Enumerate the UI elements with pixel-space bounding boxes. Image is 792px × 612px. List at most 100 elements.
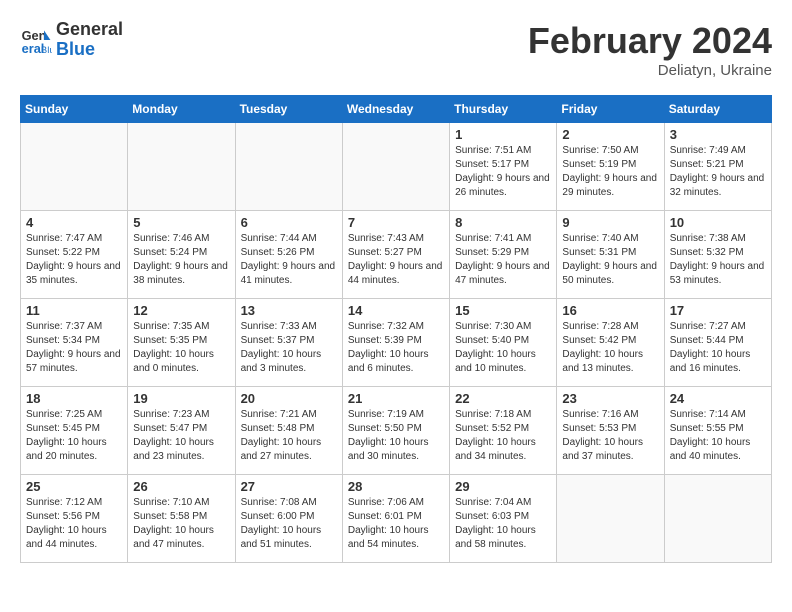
calendar-cell: 28 Sunrise: 7:06 AMSunset: 6:01 PMDayligh… (342, 475, 449, 563)
calendar-cell: 22 Sunrise: 7:18 AMSunset: 5:52 PMDayligh… (450, 387, 557, 475)
day-number: 15 (455, 303, 551, 318)
logo: Gen eral Blue General Blue (20, 20, 123, 60)
day-info: Sunrise: 7:50 AMSunset: 5:19 PMDaylight:… (562, 144, 658, 200)
day-info: Sunrise: 7:40 AMSunset: 5:31 PMDaylight:… (562, 232, 658, 288)
day-number: 24 (670, 391, 766, 406)
calendar-cell: 17 Sunrise: 7:27 AMSunset: 5:44 PMDayligh… (664, 299, 771, 387)
weekday-header-friday: Friday (557, 96, 664, 123)
calendar-cell: 10 Sunrise: 7:38 AMSunset: 5:32 PMDayligh… (664, 211, 771, 299)
day-number: 14 (348, 303, 444, 318)
calendar-cell (235, 123, 342, 211)
day-number: 25 (26, 479, 122, 494)
calendar-cell: 8Sunrise: 7:41 AMSunset: 5:29 PMDaylight… (450, 211, 557, 299)
calendar-cell: 5 Sunrise: 7:46 AMSunset: 5:24 PMDaylight… (128, 211, 235, 299)
calendar-cell: 14 Sunrise: 7:32 AMSunset: 5:39 PMDayligh… (342, 299, 449, 387)
calendar-cell (664, 475, 771, 563)
title-block: February 2024 Deliatyn, Ukraine (528, 20, 772, 79)
calendar-cell: 20 Sunrise: 7:21 AMSunset: 5:48 PMDayligh… (235, 387, 342, 475)
day-number: 7 (348, 215, 444, 230)
day-number: 16 (562, 303, 658, 318)
day-number: 19 (133, 391, 229, 406)
day-number: 22 (455, 391, 551, 406)
week-row-1: 1 Sunrise: 7:51 AMSunset: 5:17 PMDaylight… (21, 123, 772, 211)
day-info: Sunrise: 7:21 AMSunset: 5:48 PMDaylight:… (241, 408, 337, 464)
calendar-cell: 4 Sunrise: 7:47 AMSunset: 5:22 PMDaylight… (21, 211, 128, 299)
month-title: February 2024 (528, 20, 772, 62)
calendar-cell: 9Sunrise: 7:40 AMSunset: 5:31 PMDaylight… (557, 211, 664, 299)
page-header: Gen eral Blue General Blue February 2024… (20, 20, 772, 79)
calendar-cell: 3Sunrise: 7:49 AMSunset: 5:21 PMDaylight… (664, 123, 771, 211)
calendar-cell: 2 Sunrise: 7:50 AMSunset: 5:19 PMDaylight… (557, 123, 664, 211)
calendar-cell (557, 475, 664, 563)
day-number: 18 (26, 391, 122, 406)
day-number: 1 (455, 127, 551, 142)
weekday-header-monday: Monday (128, 96, 235, 123)
day-number: 23 (562, 391, 658, 406)
day-info: Sunrise: 7:30 AMSunset: 5:40 PMDaylight:… (455, 320, 551, 376)
calendar-cell: 19Sunrise: 7:23 AMSunset: 5:47 PMDayligh… (128, 387, 235, 475)
day-info: Sunrise: 7:37 AMSunset: 5:34 PMDaylight:… (26, 320, 122, 376)
day-info: Sunrise: 7:33 AMSunset: 5:37 PMDaylight:… (241, 320, 337, 376)
calendar-table: SundayMondayTuesdayWednesdayThursdayFrid… (20, 95, 772, 563)
day-number: 13 (241, 303, 337, 318)
calendar-cell (342, 123, 449, 211)
day-info: Sunrise: 7:28 AMSunset: 5:42 PMDaylight:… (562, 320, 658, 376)
weekday-header-sunday: Sunday (21, 96, 128, 123)
weekday-header-wednesday: Wednesday (342, 96, 449, 123)
day-number: 4 (26, 215, 122, 230)
day-number: 11 (26, 303, 122, 318)
day-info: Sunrise: 7:18 AMSunset: 5:52 PMDaylight:… (455, 408, 551, 464)
day-info: Sunrise: 7:32 AMSunset: 5:39 PMDaylight:… (348, 320, 444, 376)
calendar-cell: 23 Sunrise: 7:16 AMSunset: 5:53 PMDayligh… (557, 387, 664, 475)
calendar-cell: 1 Sunrise: 7:51 AMSunset: 5:17 PMDaylight… (450, 123, 557, 211)
calendar-cell: 27 Sunrise: 7:08 AMSunset: 6:00 PMDayligh… (235, 475, 342, 563)
calendar-cell: 29Sunrise: 7:04 AMSunset: 6:03 PMDayligh… (450, 475, 557, 563)
day-number: 27 (241, 479, 337, 494)
day-info: Sunrise: 7:08 AMSunset: 6:00 PMDaylight:… (241, 496, 337, 552)
day-number: 29 (455, 479, 551, 494)
day-info: Sunrise: 7:38 AMSunset: 5:32 PMDaylight:… (670, 232, 766, 288)
day-number: 17 (670, 303, 766, 318)
calendar-cell: 15 Sunrise: 7:30 AMSunset: 5:40 PMDayligh… (450, 299, 557, 387)
week-row-5: 25 Sunrise: 7:12 AMSunset: 5:56 PMDayligh… (21, 475, 772, 563)
day-number: 21 (348, 391, 444, 406)
calendar-cell: 12Sunrise: 7:35 AMSunset: 5:35 PMDayligh… (128, 299, 235, 387)
day-info: Sunrise: 7:27 AMSunset: 5:44 PMDaylight:… (670, 320, 766, 376)
calendar-cell: 18Sunrise: 7:25 AMSunset: 5:45 PMDayligh… (21, 387, 128, 475)
weekday-header-saturday: Saturday (664, 96, 771, 123)
day-info: Sunrise: 7:12 AMSunset: 5:56 PMDaylight:… (26, 496, 122, 552)
calendar-cell: 7Sunrise: 7:43 AMSunset: 5:27 PMDaylight… (342, 211, 449, 299)
calendar-cell (128, 123, 235, 211)
calendar-cell: 25 Sunrise: 7:12 AMSunset: 5:56 PMDayligh… (21, 475, 128, 563)
calendar-cell: 24 Sunrise: 7:14 AMSunset: 5:55 PMDayligh… (664, 387, 771, 475)
calendar-cell: 13 Sunrise: 7:33 AMSunset: 5:37 PMDayligh… (235, 299, 342, 387)
day-info: Sunrise: 7:49 AMSunset: 5:21 PMDaylight:… (670, 144, 766, 200)
day-info: Sunrise: 7:46 AMSunset: 5:24 PMDaylight:… (133, 232, 229, 288)
day-number: 2 (562, 127, 658, 142)
day-number: 28 (348, 479, 444, 494)
day-number: 10 (670, 215, 766, 230)
weekday-header-tuesday: Tuesday (235, 96, 342, 123)
week-row-4: 18Sunrise: 7:25 AMSunset: 5:45 PMDayligh… (21, 387, 772, 475)
day-info: Sunrise: 7:16 AMSunset: 5:53 PMDaylight:… (562, 408, 658, 464)
calendar-cell (21, 123, 128, 211)
day-info: Sunrise: 7:51 AMSunset: 5:17 PMDaylight:… (455, 144, 551, 200)
day-info: Sunrise: 7:44 AMSunset: 5:26 PMDaylight:… (241, 232, 337, 288)
logo-text: General Blue (56, 20, 123, 60)
day-number: 8 (455, 215, 551, 230)
day-info: Sunrise: 7:06 AMSunset: 6:01 PMDaylight:… (348, 496, 444, 552)
day-info: Sunrise: 7:10 AMSunset: 5:58 PMDaylight:… (133, 496, 229, 552)
day-info: Sunrise: 7:14 AMSunset: 5:55 PMDaylight:… (670, 408, 766, 464)
week-row-3: 11 Sunrise: 7:37 AMSunset: 5:34 PMDayligh… (21, 299, 772, 387)
svg-text:Blue: Blue (41, 45, 52, 56)
day-info: Sunrise: 7:19 AMSunset: 5:50 PMDaylight:… (348, 408, 444, 464)
week-row-2: 4 Sunrise: 7:47 AMSunset: 5:22 PMDaylight… (21, 211, 772, 299)
logo-icon: Gen eral Blue (20, 24, 52, 56)
calendar-cell: 21 Sunrise: 7:19 AMSunset: 5:50 PMDayligh… (342, 387, 449, 475)
day-number: 12 (133, 303, 229, 318)
day-number: 20 (241, 391, 337, 406)
day-info: Sunrise: 7:47 AMSunset: 5:22 PMDaylight:… (26, 232, 122, 288)
calendar-cell: 11 Sunrise: 7:37 AMSunset: 5:34 PMDayligh… (21, 299, 128, 387)
day-number: 5 (133, 215, 229, 230)
calendar-cell: 26Sunrise: 7:10 AMSunset: 5:58 PMDayligh… (128, 475, 235, 563)
